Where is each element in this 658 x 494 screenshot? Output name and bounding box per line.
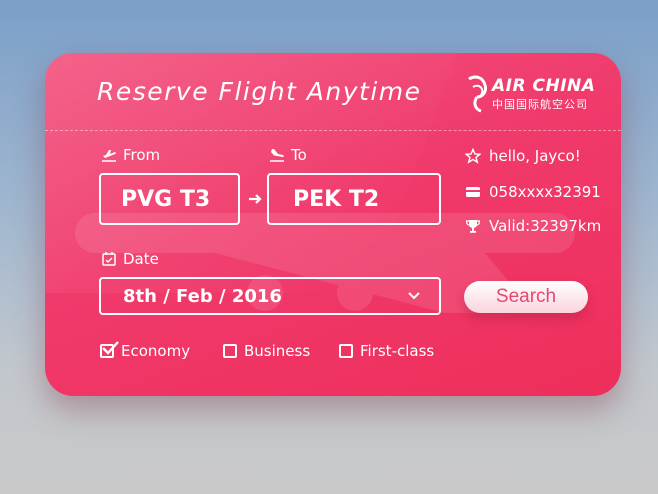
card-number-text: 058xxxx32391 <box>489 183 601 201</box>
class-option-business[interactable]: Business <box>223 342 310 360</box>
to-airport-field[interactable]: PEK T2 <box>267 173 441 225</box>
brand-subtitle: 中国国际航空公司 <box>492 98 588 111</box>
star-icon <box>465 148 481 164</box>
first-class-checkbox[interactable] <box>339 344 353 358</box>
class-option-first-class[interactable]: First-class <box>339 342 434 360</box>
economy-checkbox[interactable] <box>100 341 119 358</box>
chevron-down-icon[interactable] <box>407 291 421 301</box>
brand-name: AIR CHINA <box>492 76 596 96</box>
economy-label: Economy <box>121 342 191 360</box>
date-label-text: Date <box>123 250 159 268</box>
to-label-text: To <box>291 146 307 164</box>
calendar-icon <box>102 252 116 266</box>
trophy-icon <box>465 220 481 233</box>
flight-booking-card: Reserve Flight Anytime AIR CHINA 中国国际航空公… <box>45 53 621 396</box>
from-airport-field[interactable]: PVG T3 <box>99 173 240 225</box>
credit-card-icon <box>466 187 480 197</box>
card-title: Reserve Flight Anytime <box>97 77 422 106</box>
date-value: 8th / Feb / 2016 <box>123 285 282 307</box>
user-greeting: hello, Jayco! <box>465 147 581 165</box>
search-button[interactable]: Search <box>464 281 588 313</box>
date-select[interactable]: 8th / Feb / 2016 <box>99 277 441 315</box>
greeting-text: hello, Jayco! <box>489 147 581 165</box>
business-label: Business <box>244 342 311 360</box>
plane-landing-icon <box>270 149 284 162</box>
check-icon <box>102 341 119 355</box>
from-label: From <box>101 146 160 164</box>
dashed-divider <box>45 130 621 131</box>
class-option-economy[interactable]: Economy <box>100 341 191 360</box>
to-label: To <box>269 146 307 164</box>
from-airport-value: PVG T3 <box>121 186 211 212</box>
date-label: Date <box>101 250 159 268</box>
from-label-text: From <box>123 146 161 164</box>
arrow-right-icon <box>249 194 262 204</box>
valid-mileage: Valid:32397km <box>465 217 601 235</box>
membership-card-number: 058xxxx32391 <box>465 183 601 201</box>
business-checkbox[interactable] <box>223 344 237 358</box>
first-class-label: First-class <box>360 342 435 360</box>
to-airport-value: PEK T2 <box>293 186 380 212</box>
plane-takeoff-icon <box>102 150 116 162</box>
valid-text: Valid:32397km <box>489 217 602 235</box>
